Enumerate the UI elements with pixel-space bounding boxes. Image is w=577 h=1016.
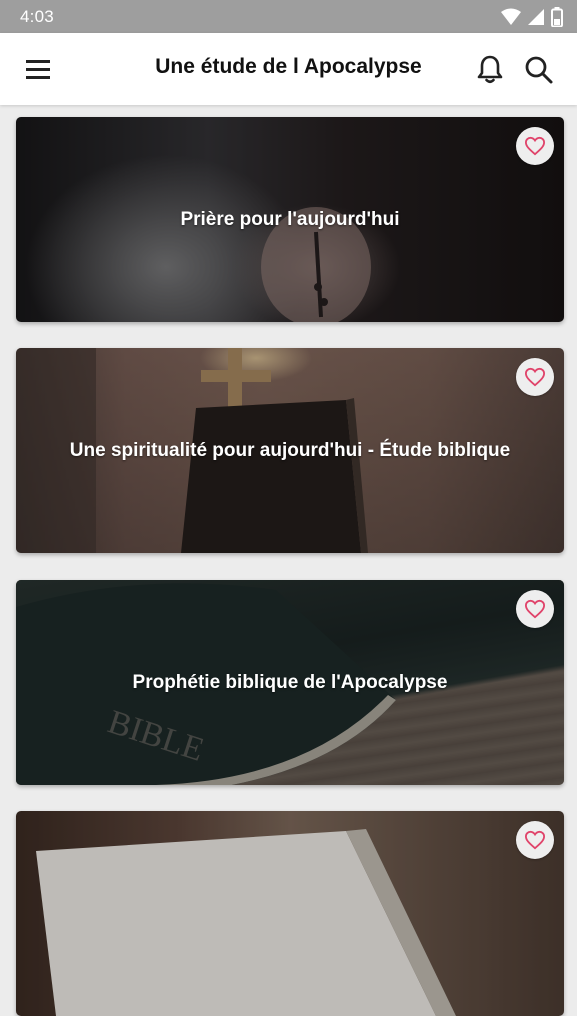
- favorite-button[interactable]: [516, 358, 554, 396]
- card-fourth[interactable]: [16, 811, 564, 1016]
- card-title: Prophétie biblique de l'Apocalypse: [132, 671, 448, 693]
- card-priere[interactable]: Prière pour l'aujourd'hui: [16, 117, 564, 322]
- search-button[interactable]: [522, 53, 556, 87]
- search-icon: [525, 56, 553, 84]
- favorite-button[interactable]: [516, 821, 554, 859]
- bell-icon: [477, 55, 503, 84]
- heart-outline-icon: [524, 136, 546, 156]
- card-shade: [16, 811, 564, 1016]
- card-title: Une spiritualité pour aujourd'hui - Étud…: [69, 439, 511, 461]
- status-icons: [501, 7, 563, 27]
- heart-outline-icon: [524, 830, 546, 850]
- cellular-signal-icon: [528, 9, 544, 25]
- app-bar: Une étude de l Apocalypse: [0, 33, 577, 105]
- wifi-icon: [501, 8, 521, 25]
- card-title: Prière pour l'aujourd'hui: [180, 208, 400, 230]
- favorite-button[interactable]: [516, 590, 554, 628]
- status-bar: 4:03: [0, 0, 577, 33]
- card-prophetie[interactable]: BIBLE Prophétie biblique de l'Apocalypse: [16, 580, 564, 785]
- heart-outline-icon: [524, 599, 546, 619]
- notifications-button[interactable]: [474, 53, 506, 85]
- card-spiritualite[interactable]: Une spiritualité pour aujourd'hui - Étud…: [16, 348, 564, 553]
- battery-icon: [551, 7, 563, 27]
- favorite-button[interactable]: [516, 127, 554, 165]
- status-time: 4:03: [20, 7, 54, 26]
- heart-outline-icon: [524, 367, 546, 387]
